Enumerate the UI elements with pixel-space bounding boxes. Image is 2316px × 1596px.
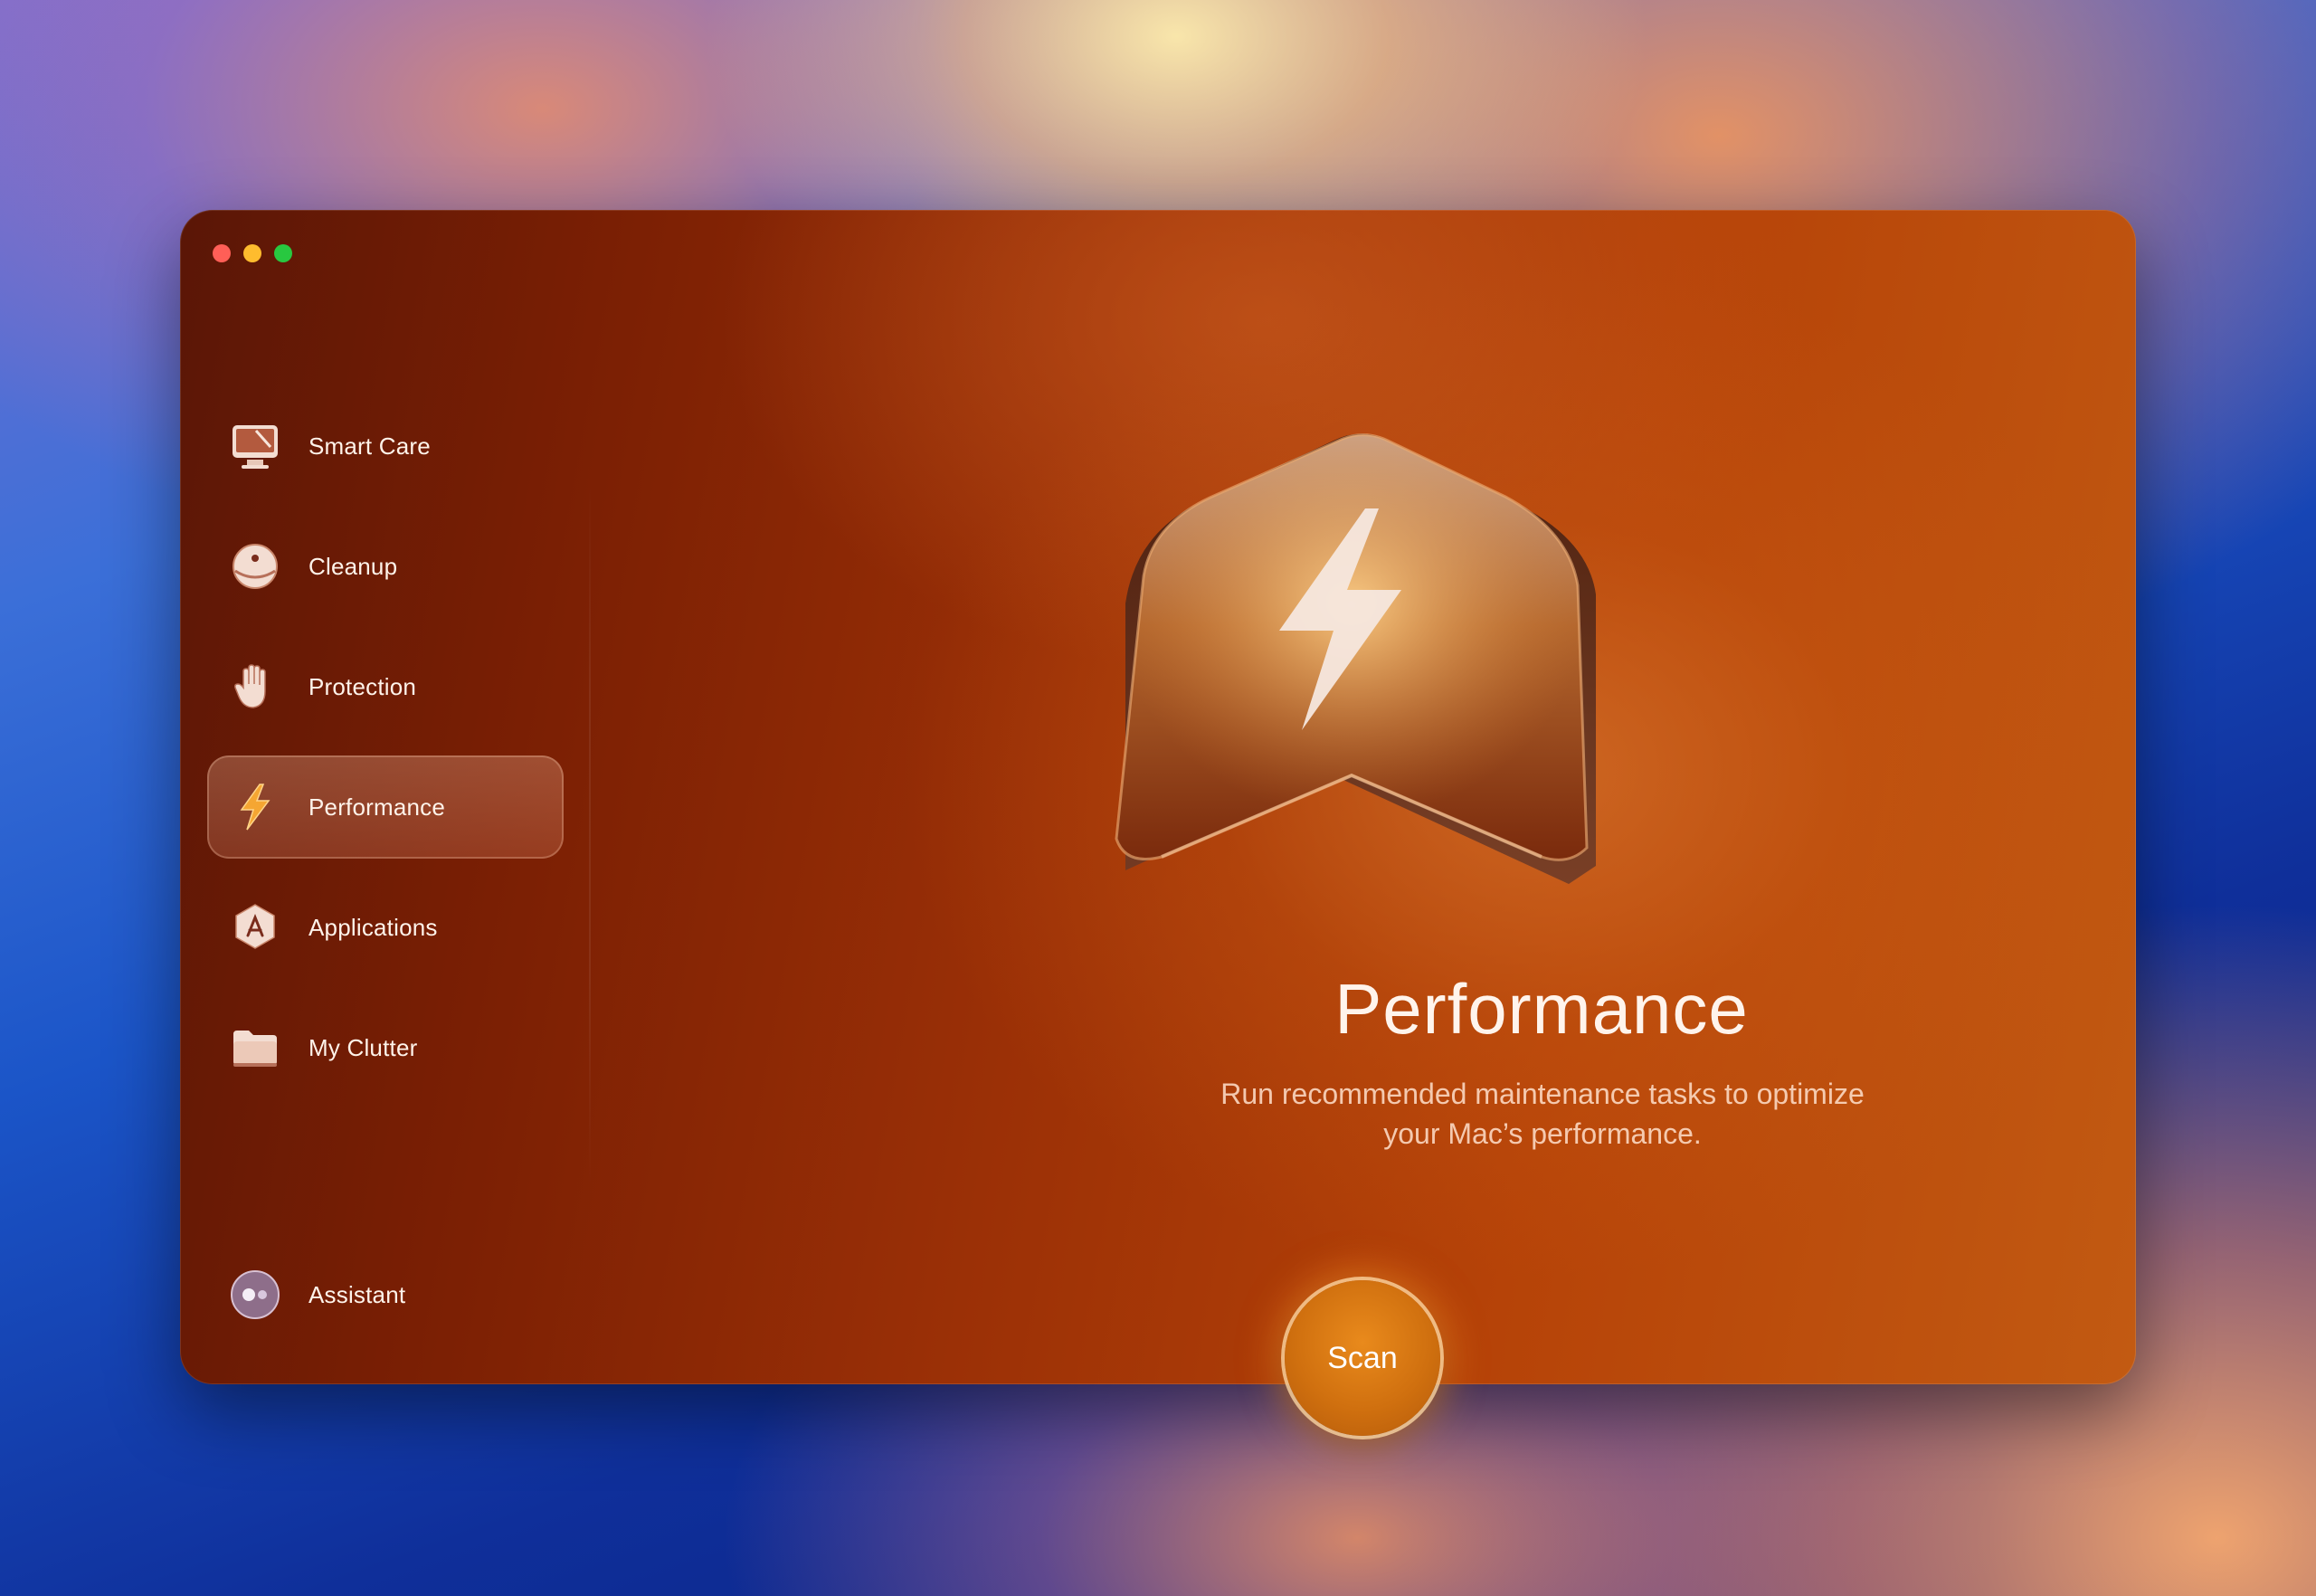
sidebar-item-label: My Clutter [308, 1033, 418, 1061]
sidebar-item-applications[interactable]: Applications [207, 876, 564, 979]
bolt-icon [229, 781, 281, 833]
page-subtitle: Run recommended maintenance tasks to opt… [1085, 1074, 2000, 1154]
subtitle-line: your Mac’s performance. [1383, 1117, 1702, 1150]
disc-icon [229, 540, 281, 593]
app-badge-icon [229, 901, 281, 954]
sidebar-item-label: Protection [308, 672, 417, 700]
sidebar-item-smart-care[interactable]: Smart Care [207, 394, 564, 498]
sidebar-item-label: Smart Care [308, 432, 431, 460]
app-window: Smart Care Cleanup Protection Performanc… [180, 210, 2136, 1384]
sidebar: Smart Care Cleanup Protection Performanc… [180, 210, 589, 1384]
desktop: { "sidebar": { "items": [ {"label": "Sma… [0, 0, 2316, 1596]
sidebar-item-assistant[interactable]: Assistant [207, 1243, 564, 1346]
assistant-label: Assistant [308, 1280, 406, 1308]
sidebar-item-cleanup[interactable]: Cleanup [207, 515, 564, 618]
assistant-orb-icon [229, 1268, 281, 1321]
sidebar-item-protection[interactable]: Protection [207, 635, 564, 738]
sidebar-item-my-clutter[interactable]: My Clutter [207, 996, 564, 1099]
page-title: Performance [1334, 969, 1749, 1049]
performance-hero-icon [1062, 413, 1659, 920]
sidebar-item-label: Performance [308, 793, 446, 821]
subtitle-line: Run recommended maintenance tasks to opt… [1220, 1078, 1865, 1110]
scan-button[interactable]: Scan [1285, 1280, 1440, 1436]
sidebar-item-performance[interactable]: Performance [207, 755, 564, 859]
sidebar-item-label: Cleanup [308, 552, 398, 580]
folder-icon [229, 1021, 281, 1074]
sidebar-item-label: Applications [308, 913, 438, 941]
imac-icon [229, 420, 281, 472]
sidebar-divider [589, 481, 591, 1187]
hand-icon [229, 660, 281, 713]
